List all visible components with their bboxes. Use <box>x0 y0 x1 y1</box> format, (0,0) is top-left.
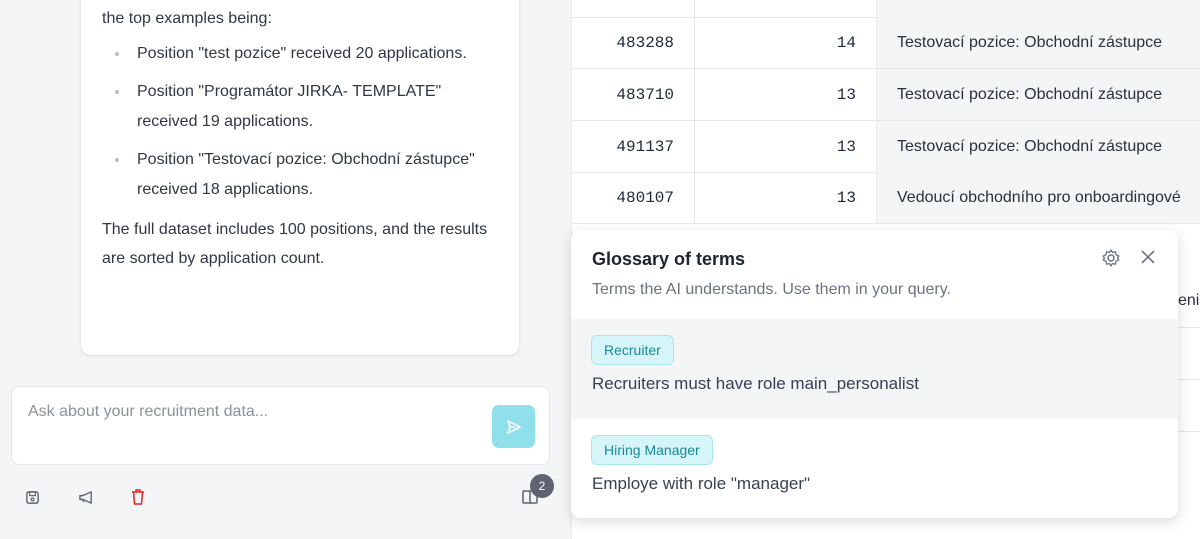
announce-button[interactable] <box>75 486 97 508</box>
table-row: 480107 13 Vedoucí obchodního pro onboard… <box>572 172 1200 224</box>
assistant-message: the top examples being: Position "test p… <box>81 0 519 355</box>
term-description: Employe with role "manager" <box>592 474 811 493</box>
message-intro: the top examples being: <box>102 10 272 27</box>
glossary-count-badge: 2 <box>530 474 554 498</box>
glossary-close-button[interactable] <box>1139 248 1161 270</box>
chat-input[interactable] <box>26 401 490 449</box>
close-icon <box>1141 250 1155 264</box>
glossary-term: Hiring Manager Employe with role "manage… <box>571 419 1178 518</box>
table-row: 483288 14 Testovací pozice: Obchodní zás… <box>572 17 1200 69</box>
delete-button[interactable] <box>127 486 149 508</box>
term-description: Recruiters must have role main_personali… <box>592 374 919 393</box>
send-icon <box>506 419 521 434</box>
cell-position: Testovací pozice: Obchodní zástupce <box>877 17 1200 68</box>
cell-id: 480107 <box>572 172 695 223</box>
megaphone-icon <box>78 490 92 504</box>
message-summary: The full dataset includes 100 positions,… <box>102 221 488 267</box>
cell-count: 13 <box>695 69 877 120</box>
cell-position: Vedoucí obchodního pro onboardingové <box>877 172 1200 223</box>
cell-id: 491137 <box>572 121 695 172</box>
term-tag: Recruiter <box>591 335 674 365</box>
message-bullets: Position "test pozice" received 20 appli… <box>102 39 499 205</box>
table-row: 483710 13 Testovací pozice: Obchodní zás… <box>572 69 1200 121</box>
list-item: Position "Testovací pozice: Obchodní zás… <box>102 145 499 205</box>
gear-icon <box>1102 249 1120 267</box>
glossary-subtitle: Terms the AI understands. Use them in yo… <box>592 281 951 298</box>
cell-count: 13 <box>695 121 877 172</box>
trash-icon <box>132 489 144 505</box>
list-item: Position "Programátor JIRKA- TEMPLATE" r… <box>102 77 499 137</box>
term-tag: Hiring Manager <box>591 435 713 465</box>
glossary-settings-button[interactable] <box>1101 248 1123 270</box>
save-button[interactable] <box>21 486 43 508</box>
chat-panel: the top examples being: Position "test p… <box>0 0 571 539</box>
cell-count: 13 <box>695 172 877 223</box>
list-item: Position "test pozice" received 20 appli… <box>102 39 499 69</box>
cell-id: 483288 <box>572 17 695 68</box>
save-icon <box>25 490 39 504</box>
table-row: 491137 13 Testovací pozice: Obchodní zás… <box>572 121 1200 173</box>
send-button[interactable] <box>492 405 535 448</box>
glossary-term: Recruiter Recruiters must have role main… <box>571 319 1178 419</box>
cell-count: 14 <box>695 17 877 68</box>
chat-input-box <box>11 386 550 465</box>
cell-position: Testovací pozice: Obchodní zástupce <box>877 69 1200 120</box>
cell-position: Testovací pozice: Obchodní zástupce <box>877 121 1200 172</box>
table-overflow-text: eni <box>1178 292 1200 309</box>
cell-id: 483710 <box>572 69 695 120</box>
table-row <box>572 0 1200 18</box>
glossary-title: Glossary of terms <box>592 249 746 269</box>
glossary-popover: Glossary of terms Terms the AI understan… <box>571 230 1178 518</box>
